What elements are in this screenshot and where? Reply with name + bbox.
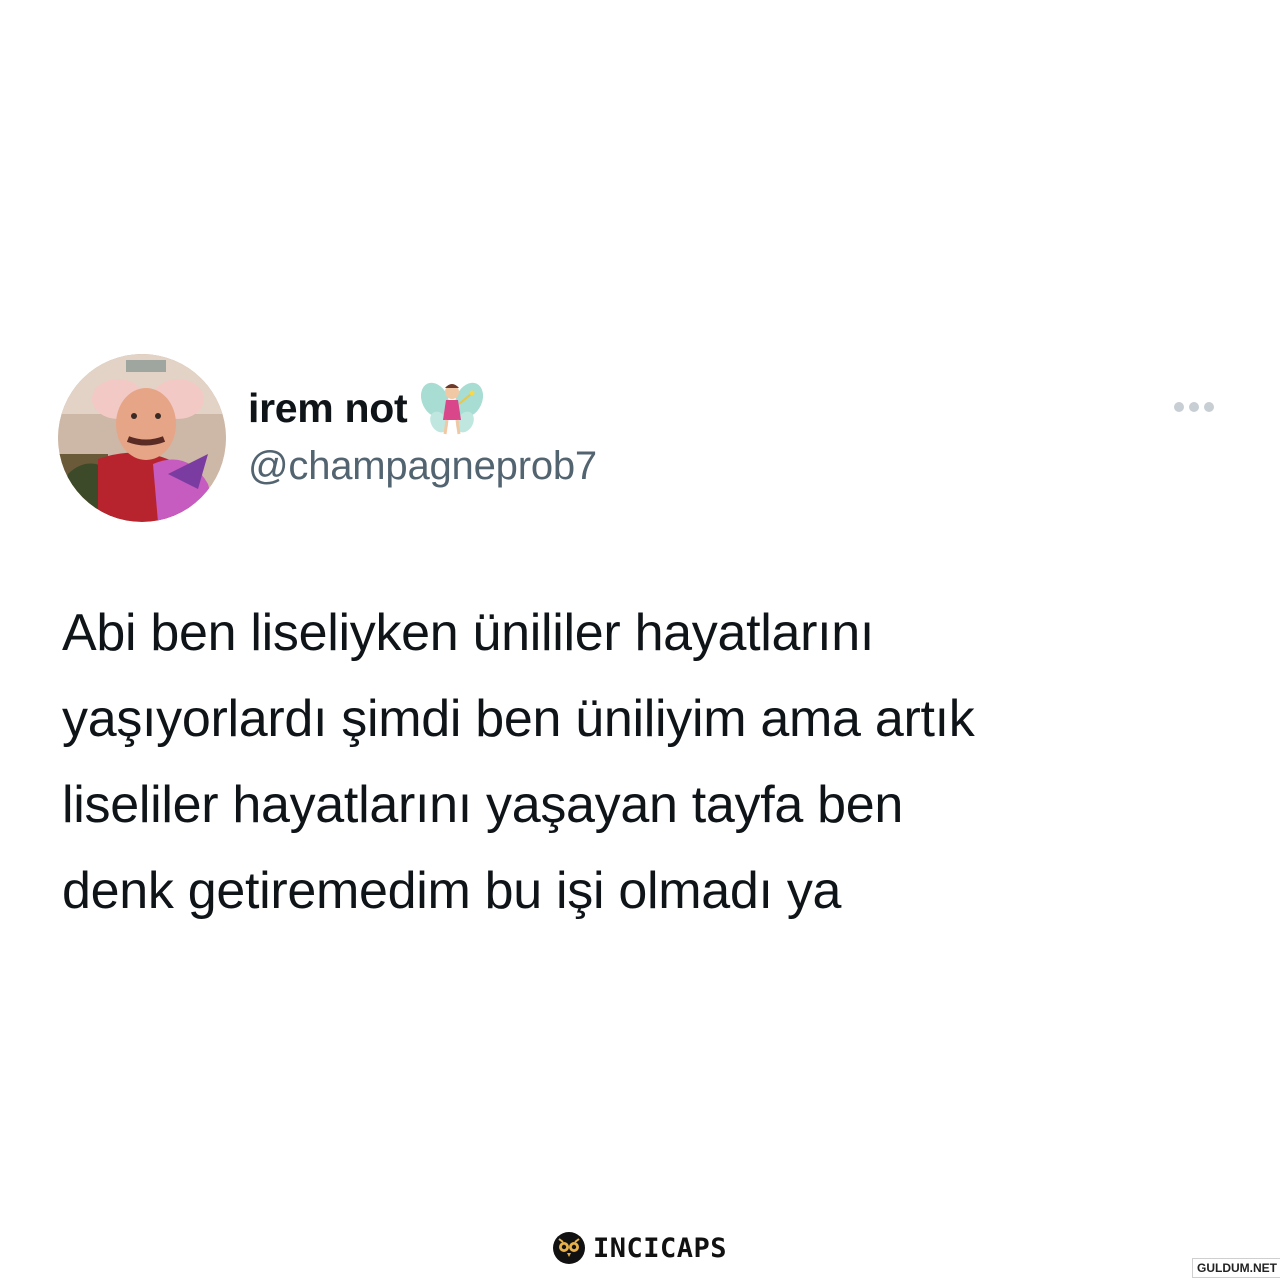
display-name-row: irem not — [248, 378, 484, 438]
more-options-button[interactable] — [1170, 394, 1218, 420]
tweet-text: Abi ben liseliyken ünililer hayatlarını … — [62, 604, 975, 920]
owl-icon — [553, 1232, 585, 1264]
watermark: GULDUM.NET — [1192, 1258, 1280, 1278]
avatar-image — [58, 354, 226, 522]
fairy-icon — [421, 378, 484, 438]
brand-name: INCICAPS — [593, 1232, 728, 1264]
tweet-screenshot: irem not @champagneprob7 Abi ben liseliy… — [0, 0, 1280, 1280]
user-handle[interactable]: @champagneprob7 — [248, 444, 597, 489]
more-horizontal-icon — [1174, 402, 1214, 412]
display-name[interactable]: irem not — [248, 385, 408, 432]
brand-logo: INCICAPS — [553, 1232, 727, 1264]
avatar[interactable] — [58, 354, 226, 522]
